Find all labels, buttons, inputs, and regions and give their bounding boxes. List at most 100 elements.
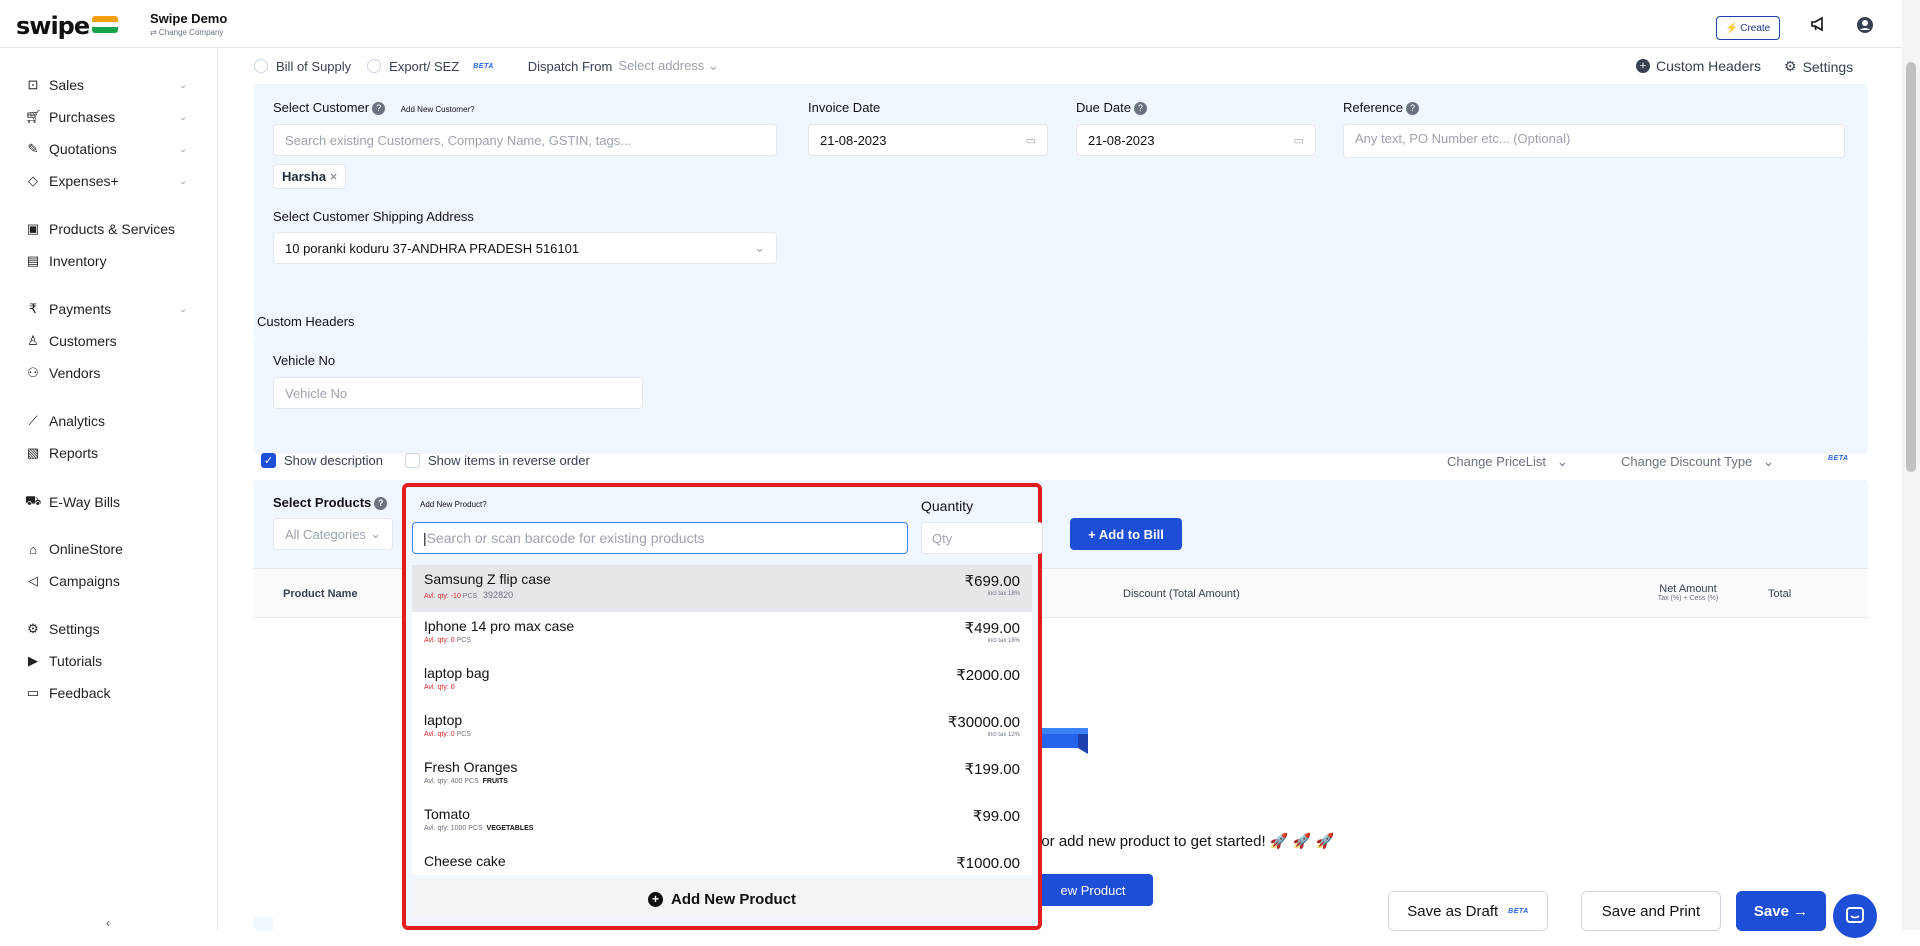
users-icon: ⚇ <box>27 365 39 380</box>
select-customer-label: Select Customer? Add New Customer? <box>273 100 475 116</box>
product-option[interactable]: Iphone 14 pro max case ₹499.00 Avl. qty: … <box>412 612 1032 659</box>
add-to-bill-button[interactable]: + Add to Bill <box>1070 518 1182 550</box>
reference-input[interactable]: Any text, PO Number etc... (Optional) <box>1343 124 1845 158</box>
sidebar-item-vendors[interactable]: ⚇ Vendors <box>25 365 100 381</box>
calendar-icon: ▭ <box>1025 134 1036 147</box>
company-name: Swipe Demo <box>150 11 228 26</box>
sidebar-item-inventory[interactable]: ▤ Inventory <box>25 253 107 269</box>
user-account-icon[interactable] <box>1856 16 1874 39</box>
help-icon: ? <box>1133 102 1147 116</box>
user-icon: ♙ <box>27 333 39 348</box>
lightning-icon: ⚡ <box>1725 22 1739 34</box>
show-description-label: Show description <box>284 453 383 468</box>
total-column: Total <box>1768 588 1792 600</box>
warehouse-icon: ▤ <box>26 253 40 268</box>
add-new-product-button[interactable]: ew Product <box>1033 874 1153 906</box>
product-option[interactable]: Tomato ₹99.00 Avl. qty: 1000 PCS VEGETABL… <box>412 800 1032 847</box>
add-new-product-link[interactable]: Add New Product? <box>420 500 487 509</box>
product-search-input[interactable]: | Search or scan barcode for existing pro… <box>412 522 908 554</box>
product-search-dropdown: Add New Product? Quantity | Search or sca… <box>402 483 1043 930</box>
save-button[interactable]: Save → <box>1736 891 1826 931</box>
collapse-sidebar-icon[interactable]: ‹ <box>106 916 110 930</box>
reference-label: Reference? <box>1343 100 1419 116</box>
video-icon: ▶ <box>28 653 38 668</box>
india-flag-icon <box>92 16 118 33</box>
sidebar-item-quotations[interactable]: ✎ Quotations ⌄ <box>25 141 188 157</box>
feedback-icon: ▭ <box>26 685 40 700</box>
megaphone-icon: ◁ <box>28 573 38 588</box>
sidebar-item-onlinestore[interactable]: ⌂ OnlineStore <box>25 541 123 557</box>
selected-customer-tag[interactable]: Harsha × <box>273 164 347 189</box>
select-products-label: Select Products? <box>273 495 388 511</box>
close-icon[interactable]: × <box>330 169 338 184</box>
sidebar-item-sales[interactable]: ⊡ Sales ⌄ <box>25 77 188 93</box>
sidebar-item-payments[interactable]: ₹ Payments ⌄ <box>25 301 188 317</box>
sidebar-item-tutorials[interactable]: ▶ Tutorials <box>25 653 102 669</box>
categories-select[interactable]: All Categories ⌄ <box>273 518 393 550</box>
chevron-down-icon: ⌄ <box>179 111 188 123</box>
bill-of-supply-checkbox[interactable] <box>254 59 268 73</box>
product-option[interactable]: laptop bag ₹2000.00 Avl. qty: 0 <box>412 659 1032 706</box>
custom-headers-link[interactable]: + Custom Headers <box>1636 58 1761 74</box>
chart-icon: ⟋ <box>28 413 38 428</box>
show-description-checkbox[interactable]: ✓ <box>261 453 276 468</box>
custom-headers-title: Custom Headers <box>257 314 355 329</box>
create-label: Create <box>1740 22 1771 34</box>
reverse-order-checkbox[interactable] <box>405 453 420 468</box>
item-options: ✓ Show description Show items in reverse… <box>261 453 590 468</box>
change-pricelist-select[interactable]: Change PriceList ⌄ <box>1447 454 1568 470</box>
megaphone-icon[interactable] <box>1810 16 1828 37</box>
customer-panel <box>254 84 1868 338</box>
settings-link[interactable]: ⚙ Settings <box>1784 58 1853 75</box>
page-scrollbar[interactable] <box>1902 0 1920 930</box>
sidebar-item-feedback[interactable]: ▭ Feedback <box>25 685 111 701</box>
gear-icon: ⚙ <box>1784 58 1797 74</box>
sidebar-item-customers[interactable]: ♙ Customers <box>25 333 117 349</box>
sidebar-item-eway-bills[interactable]: ⛟ E-Way Bills <box>25 493 120 511</box>
invoice-date-input[interactable]: 21-08-2023 ▭ <box>808 124 1048 156</box>
add-new-customer-link[interactable]: Add New Customer? <box>401 105 475 114</box>
swipe-logo[interactable]: swipe <box>16 12 90 40</box>
report-icon: ▧ <box>26 445 40 460</box>
sidebar-item-reports[interactable]: ▧ Reports <box>25 445 98 461</box>
save-draft-button[interactable]: Save as Draft BETA <box>1388 891 1548 931</box>
export-sez-label: Export/ SEZ <box>389 58 460 74</box>
sidebar-item-purchases[interactable]: 🛒︎ Purchases ⌄ <box>25 109 187 125</box>
product-option[interactable]: Samsung Z flip case ₹699.00 Avl. qty: -10… <box>412 565 1032 612</box>
chevron-down-icon: ⌄ <box>754 240 765 255</box>
chevron-down-icon: ⌄ <box>179 79 188 91</box>
chevron-down-icon: ⌄ <box>179 175 188 187</box>
change-discount-select[interactable]: Change Discount Type ⌄ <box>1621 454 1774 470</box>
store-icon: ⌂ <box>29 541 37 557</box>
shipping-address-label: Select Customer Shipping Address <box>273 209 474 224</box>
beta-badge: BETA <box>1828 455 1849 462</box>
product-option[interactable]: Fresh Oranges ₹199.00 Avl. qty: 400 PCS F… <box>412 753 1032 800</box>
sidebar: ⊡ Sales ⌄ 🛒︎ Purchases ⌄ ✎ Quotations ⌄ ◇ Expen… <box>0 48 218 930</box>
invoice-options: Bill of Supply Export/ SEZ BETA Dispatch… <box>254 58 719 74</box>
sidebar-item-expenses[interactable]: ◇ Expenses+ ⌄ <box>25 173 187 189</box>
product-option[interactable]: laptop ₹30000.00 Avl. qty: 0 PCS incl tax… <box>412 706 1032 753</box>
dropdown-add-new-product-button[interactable]: + Add New Product <box>412 879 1032 919</box>
discount-column: Discount (Total Amount) <box>1123 588 1240 600</box>
sidebar-item-analytics[interactable]: ⟋ Analytics <box>25 413 105 429</box>
chat-widget-icon[interactable] <box>1833 894 1877 938</box>
product-option[interactable]: Cheese cake ₹1000.00 <box>412 847 1032 875</box>
dispatch-address-select[interactable]: Select address ⌄ <box>618 58 719 74</box>
empty-illustration <box>1038 720 1098 760</box>
product-results-list: Samsung Z flip case ₹699.00 Avl. qty: -10… <box>412 565 1032 875</box>
export-sez-checkbox[interactable] <box>367 59 382 73</box>
due-date-label: Due Date? <box>1076 100 1147 116</box>
create-button[interactable]: ⚡ Create <box>1716 16 1780 40</box>
save-print-button[interactable]: Save and Print <box>1581 891 1721 931</box>
sidebar-item-settings[interactable]: ⚙ Settings <box>25 621 99 637</box>
company-switcher[interactable]: Swipe Demo ⇄ Change Company <box>150 11 227 37</box>
change-company-link[interactable]: ⇄ Change Company <box>150 28 227 37</box>
top-bar: swipe Swipe Demo ⇄ Change Company ⚡ Crea… <box>0 0 1920 48</box>
customer-search-input[interactable]: Search existing Customers, Company Name,… <box>273 124 777 156</box>
vehicle-no-input[interactable]: Vehicle No <box>273 377 643 409</box>
sidebar-item-products[interactable]: ▣ Products & Services <box>25 221 175 237</box>
due-date-input[interactable]: 21-08-2023 ▭ <box>1076 124 1316 156</box>
quantity-input[interactable]: Qty <box>921 522 1043 554</box>
shipping-address-select[interactable]: 10 poranki koduru 37-ANDHRA PRADESH 5161… <box>273 232 777 264</box>
sidebar-item-campaigns[interactable]: ◁ Campaigns <box>25 573 120 589</box>
